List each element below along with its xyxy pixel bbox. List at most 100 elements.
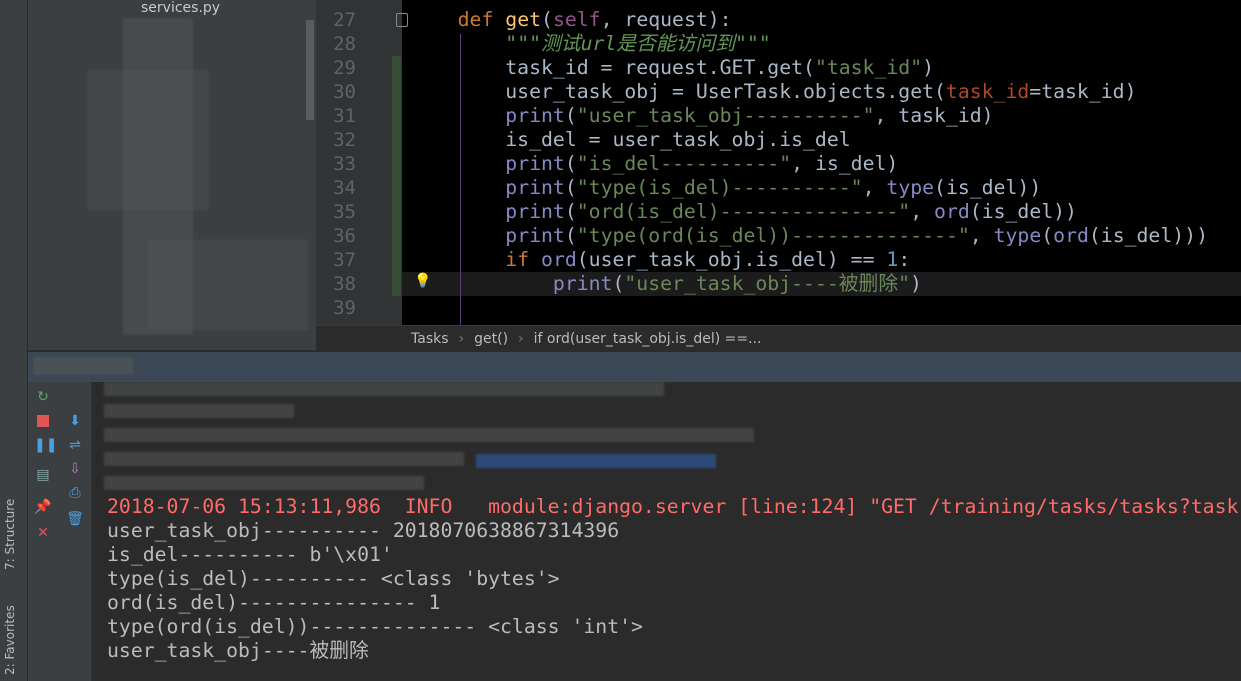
code-line[interactable]: user_task_obj = UserTask.objects.get(tas…	[410, 80, 1136, 104]
stop-icon[interactable]	[37, 415, 49, 427]
code-token: (	[564, 224, 577, 247]
code-token: (	[564, 104, 577, 127]
code-token: is_del = user_task_obj.is_del	[410, 128, 851, 151]
code-token: (is_del))	[969, 200, 1077, 223]
code-token: (	[564, 200, 577, 223]
log-line: 2018-07-06 15:13:11,986 INFO module:djan…	[107, 495, 1239, 518]
structure-tab[interactable]: 7: Structure	[3, 499, 17, 570]
code-token: print	[505, 152, 565, 175]
code-token: , is_del)	[791, 152, 899, 175]
code-token: print	[505, 104, 565, 127]
scroll-down-icon[interactable]: ⬇	[66, 412, 84, 430]
code-token: "ord(is_del)---------------"	[576, 200, 911, 223]
code-token: task_id	[945, 80, 1030, 103]
line-number: 34	[333, 177, 356, 199]
trash-icon[interactable]: 🗑	[66, 510, 84, 528]
chevron-right-icon: ›	[458, 331, 465, 347]
console-line: type(ord(is_del))-------------- <class '…	[107, 615, 643, 638]
project-panel: services.py	[28, 0, 316, 350]
code-line[interactable]: def get(self, request):	[410, 8, 732, 32]
code-token: (	[564, 152, 577, 175]
code-line[interactable]: task_id = request.GET.get("task_id")	[410, 56, 934, 80]
code-token: (is_del))	[934, 176, 1042, 199]
print-icon[interactable]: ⎙	[66, 484, 84, 502]
code-token: )	[922, 56, 935, 79]
change-marker	[392, 56, 401, 296]
code-token: if	[505, 248, 530, 271]
code-token: "task_id"	[814, 56, 923, 79]
line-number: 37	[333, 249, 356, 271]
close-icon[interactable]: ✕	[34, 524, 52, 542]
line-number: 33	[333, 153, 356, 175]
code-token: ,	[910, 200, 935, 223]
code-line[interactable]: print("is_del----------", is_del)	[410, 152, 898, 176]
code-token: print	[505, 176, 565, 199]
code-line[interactable]: print("type(is_del)----------", type(is_…	[410, 176, 1041, 200]
code-token: print	[505, 200, 565, 223]
code-token: type	[886, 176, 935, 199]
breadcrumb-item[interactable]: get()	[474, 331, 508, 347]
console-line: is_del---------- b'\x01'	[107, 543, 393, 566]
favorites-tab[interactable]: 2: Favorites	[3, 605, 17, 675]
layout-icon[interactable]: ▤	[34, 466, 52, 484]
code-token: (	[541, 8, 553, 31]
code-token: ord	[541, 248, 577, 271]
code-token: type	[993, 224, 1042, 247]
rerun-icon[interactable]: ↻	[34, 388, 52, 406]
code-token: get	[505, 8, 542, 31]
pin-icon[interactable]: 📌	[34, 498, 52, 516]
run-toolbar: ↻ ❚❚ ▤ 📌 ✕	[28, 382, 58, 681]
code-token: ,	[969, 224, 994, 247]
project-scrollbar[interactable]	[306, 20, 314, 120]
code-token: user_task_obj = UserTask.objects.get(	[410, 80, 946, 103]
code-token: )	[910, 272, 922, 295]
line-number: 39	[333, 297, 356, 319]
console-line: user_task_obj---------- 2018070638867314…	[107, 519, 620, 542]
console-line: type(is_del)---------- <class 'bytes'>	[107, 567, 560, 590]
code-token: "is_del----------"	[576, 152, 792, 175]
line-number: 32	[333, 129, 356, 151]
code-line[interactable]: print("user_task_obj----------", task_id…	[410, 104, 994, 128]
code-token: 1	[886, 248, 899, 271]
code-token: (	[1041, 224, 1054, 247]
line-number: 27	[333, 9, 356, 31]
code-token: (	[612, 272, 625, 295]
code-token: (	[564, 176, 577, 199]
code-token: """测试url是否能访问到"""	[505, 32, 771, 55]
code-token: print	[505, 224, 565, 247]
breadcrumb-item[interactable]: Tasks	[411, 331, 449, 347]
code-token: "user_task_obj----被删除"	[624, 272, 911, 295]
soft-wrap-icon[interactable]: ⇌	[66, 436, 84, 454]
code-token: ord	[934, 200, 970, 223]
line-number: 35	[333, 201, 356, 223]
line-number: 38	[333, 273, 356, 295]
code-token: "user_task_obj----------"	[576, 104, 875, 127]
code-line[interactable]: print("ord(is_del)---------------", ord(…	[410, 200, 1077, 224]
project-file-item[interactable]: services.py	[138, 0, 224, 16]
breadcrumb-item[interactable]: if ord(user_task_obj.is_del) ==...	[534, 331, 762, 347]
chevron-right-icon: ›	[518, 331, 524, 347]
code-line[interactable]: print("type(ord(is_del))--------------",…	[410, 224, 1208, 248]
code-token: (user_task_obj.is_del) ==	[576, 248, 887, 271]
code-token: , task_id)	[874, 104, 994, 127]
code-token: def	[457, 8, 494, 31]
code-line[interactable]: if ord(user_task_obj.is_del) == 1:	[410, 248, 910, 272]
code-line[interactable]: is_del = user_task_obj.is_del	[410, 128, 851, 152]
code-line[interactable]: """测试url是否能访问到"""	[410, 32, 771, 56]
code-line[interactable]: print("user_task_obj----被删除")	[410, 272, 922, 296]
scroll-to-end-icon[interactable]: ⇩	[66, 460, 84, 478]
line-number: 36	[333, 225, 356, 247]
fold-icon[interactable]	[396, 13, 408, 27]
code-token: =task_id)	[1029, 80, 1137, 103]
code-token: ord	[1053, 224, 1089, 247]
code-token: task_id = request.GET.get(	[410, 56, 815, 79]
code-token: :	[898, 248, 911, 271]
pause-icon[interactable]: ❚❚	[34, 436, 57, 454]
